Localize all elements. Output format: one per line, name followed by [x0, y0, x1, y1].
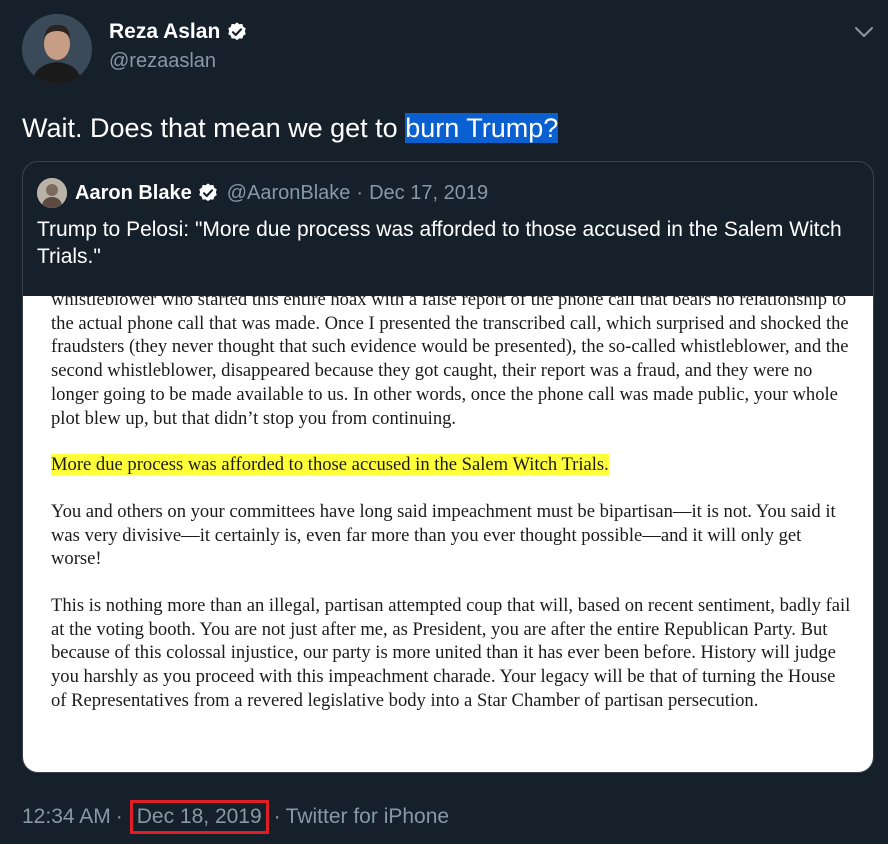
quoted-author-handle: @AaronBlake [226, 181, 351, 204]
tweet-time[interactable]: 12:34 AM [22, 805, 111, 829]
quoted-tweet-image[interactable]: whistleblower who started this entire ho… [23, 296, 873, 772]
quoted-tweet-header: Aaron Blake @AaronBlake · Dec 17, 2019 [37, 178, 488, 208]
quoted-tweet-card[interactable]: Aaron Blake @AaronBlake · Dec 17, 2019 T… [22, 161, 874, 773]
tweet-date-annotated: Dec 18, 2019 [129, 800, 269, 834]
highlighted-quote: More due process was afforded to those a… [51, 454, 609, 476]
author-name-row[interactable]: Reza Aslan [109, 20, 248, 44]
footer-separator: · [273, 805, 281, 828]
tweet-date[interactable]: Dec 18, 2019 [137, 805, 262, 828]
verified-badge-icon [228, 22, 246, 41]
tweet-text-selected: burn Trump? [405, 113, 559, 143]
quoted-author-name: Aaron Blake [75, 181, 192, 204]
tweet-text: Wait. Does that mean we get to burn Trum… [22, 113, 559, 144]
letter-paragraph: You and others on your committees have l… [51, 500, 836, 570]
author-handle[interactable]: @rezaaslan [109, 50, 216, 73]
letter-paragraph: whistleblower who started this entire ho… [51, 296, 849, 429]
letter-highlighted-line: More due process was afforded to those a… [51, 453, 851, 477]
tweet-footer: 12:34 AM · Dec 18, 2019 · Twitter for iP… [22, 800, 449, 834]
verified-badge-icon [199, 183, 217, 202]
author-display-name[interactable]: Reza Aslan [109, 20, 220, 44]
chevron-down-icon[interactable] [852, 22, 876, 42]
tweet-source[interactable]: Twitter for iPhone [286, 805, 449, 829]
quoted-separator: · [356, 181, 364, 204]
quoted-tweet-date: Dec 17, 2019 [369, 181, 489, 204]
quoted-tweet-text: Trump to Pelosi: "More due process was a… [37, 218, 842, 268]
tweet-text-plain: Wait. Does that mean we get to [22, 113, 406, 143]
quoted-author-avatar [37, 178, 67, 208]
author-avatar[interactable] [22, 14, 92, 84]
footer-separator: · [115, 805, 123, 828]
letter-paragraph: This is nothing more than an illegal, pa… [51, 595, 851, 711]
letter-excerpt: whistleblower who started this entire ho… [51, 296, 851, 736]
